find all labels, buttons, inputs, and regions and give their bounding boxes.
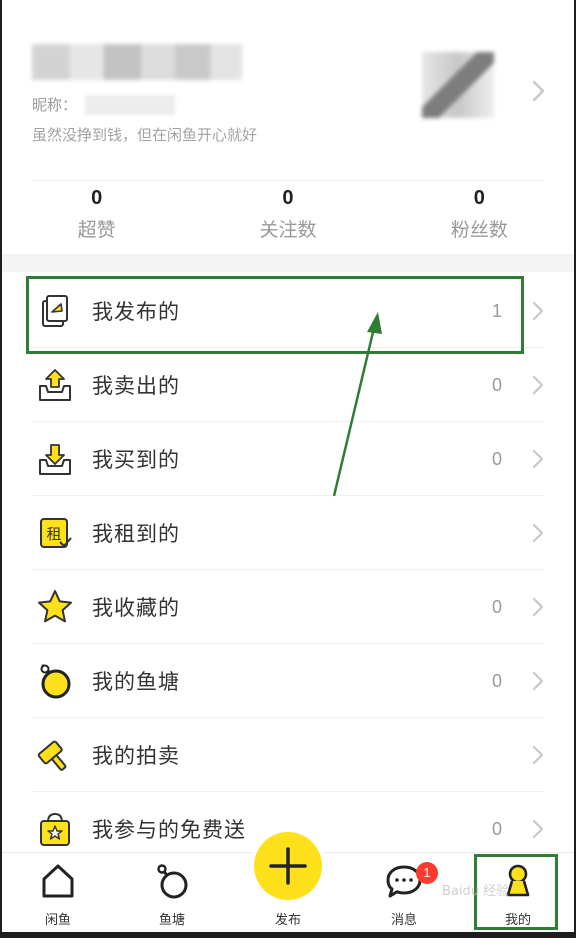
divider: [32, 180, 544, 181]
stat-following[interactable]: 0 关注数: [193, 186, 382, 252]
menu-item-label: 我参与的免费送: [92, 818, 246, 842]
chevron-right-icon: [532, 671, 544, 691]
menu-item-bought[interactable]: 我买到的 0: [2, 422, 574, 496]
menu-item-sold[interactable]: 我卖出的 0: [2, 348, 574, 422]
menu-item-count: 0: [491, 374, 502, 395]
chevron-right-icon: [532, 375, 544, 395]
avatar[interactable]: [422, 52, 494, 118]
chevron-right-icon: [532, 523, 544, 543]
home-icon: [42, 864, 74, 898]
app-screen: 昵称： 虽然没挣到钱，但在闲鱼开心就好 0 超赞 0 关注数 0 粉丝数 我发布…: [0, 0, 576, 938]
chevron-right-icon: [532, 597, 544, 617]
profile-header[interactable]: 昵称： 虽然没挣到钱，但在闲鱼开心就好: [2, 0, 574, 180]
nickname-label: 昵称：: [32, 96, 78, 114]
pond-icon: [40, 664, 71, 699]
tab-label: 发布: [274, 913, 301, 928]
watermark-text: Baidu 经验: [442, 884, 510, 899]
menu-item-label: 我租到的: [92, 522, 180, 546]
box-download-icon: [39, 444, 71, 475]
box-upload-icon: [39, 369, 71, 401]
tab-home[interactable]: 闲鱼: [18, 853, 98, 932]
tab-label: 消息: [390, 913, 417, 928]
message-badge: 1: [416, 862, 438, 884]
nickname-redacted: [85, 94, 176, 115]
menu-item-label: 我卖出的: [92, 374, 180, 398]
pond-tab-icon: [157, 864, 188, 899]
gavel-icon: [37, 740, 67, 771]
chevron-right-icon: [532, 819, 544, 839]
menu-item-count: 0: [491, 448, 502, 469]
menu-item-fish-pond[interactable]: 我的鱼塘 0: [2, 644, 574, 718]
chevron-right-icon: [532, 301, 544, 321]
tab-label: 闲鱼: [44, 913, 71, 928]
profile-signature: 虽然没挣到钱，但在闲鱼开心就好: [32, 126, 258, 144]
menu-item-auction[interactable]: 我的拍卖: [2, 718, 574, 792]
menu-item-label: 我的拍卖: [92, 744, 180, 768]
tab-fish-pond[interactable]: 鱼塘: [132, 853, 212, 932]
chevron-right-icon: [532, 449, 544, 469]
menu-item-count: 0: [491, 596, 502, 617]
stats-bar: 0 超赞 0 关注数 0 粉丝数: [2, 186, 574, 252]
stat-value: 0: [91, 187, 103, 209]
tab-label: 鱼塘: [158, 913, 185, 928]
username-redacted: [32, 44, 242, 80]
star-icon: [38, 590, 72, 623]
stat-label: 粉丝数: [450, 219, 508, 241]
chevron-right-icon: [532, 745, 544, 765]
chevron-right-icon[interactable]: [527, 76, 549, 106]
plus-icon: [269, 847, 307, 885]
stat-followers[interactable]: 0 粉丝数: [385, 186, 574, 252]
rent-icon: 租: [40, 518, 72, 548]
menu-item-label: 我的鱼塘: [92, 670, 180, 694]
menu-item-label: 我收藏的: [92, 596, 180, 620]
stat-value: 0: [282, 187, 294, 209]
menu-item-rented[interactable]: 租 我租到的: [2, 496, 574, 570]
stat-value: 0: [473, 187, 485, 209]
publish-button[interactable]: [254, 832, 322, 900]
gift-bag-icon: [40, 812, 70, 846]
menu-item-favorites[interactable]: 我收藏的 0: [2, 570, 574, 644]
menu-item-count: 0: [491, 670, 502, 691]
annotation-highlight-box: [26, 276, 524, 354]
nickname-row: 昵称：: [32, 94, 176, 115]
rent-icon-char: 租: [46, 525, 61, 543]
stat-label: 超赞: [77, 219, 116, 241]
section-divider: [2, 254, 574, 272]
menu-item-count: 0: [491, 818, 502, 839]
stat-label: 关注数: [259, 219, 317, 241]
menu-item-label: 我买到的: [92, 448, 180, 472]
stat-likes[interactable]: 0 超赞: [2, 186, 191, 252]
